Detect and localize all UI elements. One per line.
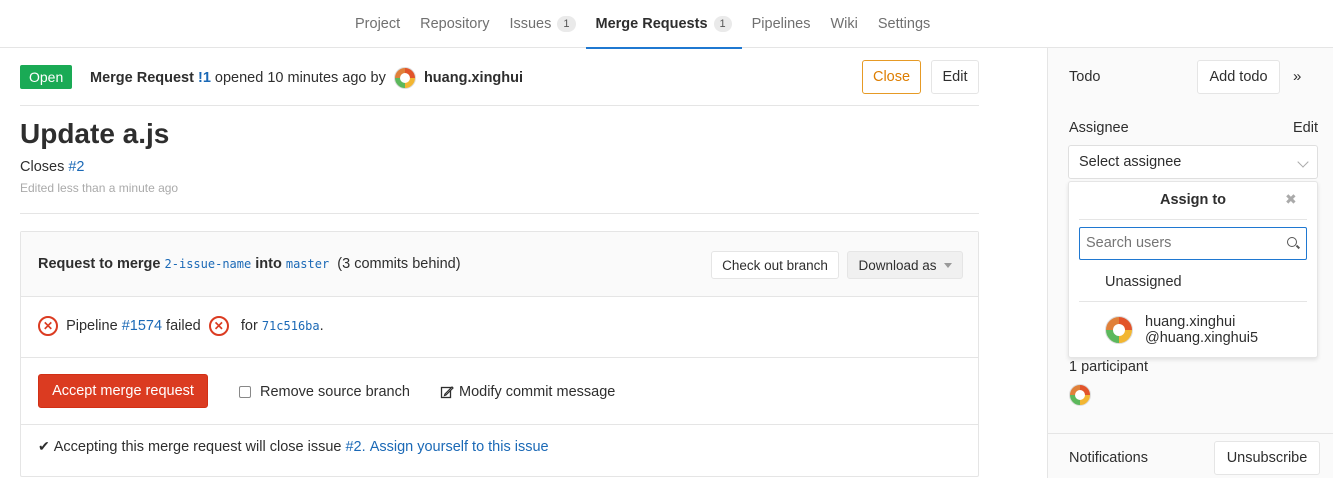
user-option[interactable]: huang.xinghui @huang.xinghui5 xyxy=(1105,314,1258,346)
commit-link[interactable]: 71c516ba xyxy=(262,319,320,333)
checkbox[interactable] xyxy=(239,386,251,398)
request-label: Request to merge xyxy=(38,256,161,272)
mr-header: Open Merge Request !1 opened 10 minutes … xyxy=(20,48,979,106)
mr-meta: Merge Request !1 opened 10 minutes ago b… xyxy=(90,67,523,89)
footer-issue-link[interactable]: #2. xyxy=(345,439,365,455)
unassigned-option[interactable]: Unassigned xyxy=(1105,274,1182,290)
avatar xyxy=(1105,316,1133,344)
tab-repository[interactable]: Repository xyxy=(410,0,499,48)
avatar[interactable] xyxy=(1069,384,1091,406)
download-as-button[interactable]: Download as xyxy=(847,251,963,279)
edited-text: Edited less than a minute ago xyxy=(20,181,179,195)
commits-behind: (3 commits behind) xyxy=(337,256,461,272)
search-icon xyxy=(1287,237,1297,247)
pipeline-row: ✕ Pipeline #1574 failed ✕ for 71c516ba. xyxy=(21,297,978,358)
tab-label: Merge Requests xyxy=(595,16,708,32)
merge-request-branches: Request to merge 2-issue-name into maste… xyxy=(38,256,461,272)
mr-prefix: Merge Request xyxy=(90,70,194,86)
mr-opened-text: opened 10 minutes ago by xyxy=(214,70,386,86)
into-label: into xyxy=(255,256,282,272)
participants-count: 1 participant xyxy=(1069,359,1148,375)
search-box xyxy=(1079,227,1307,260)
accept-merge-request-button[interactable]: Accept merge request xyxy=(38,374,208,408)
remove-source-branch-label: Remove source branch xyxy=(260,384,410,400)
tab-label: Settings xyxy=(877,16,931,32)
closes-line: Closes #2 xyxy=(20,159,85,175)
user-name: huang.xinghui xyxy=(1145,314,1236,330)
tab-label: Wiki xyxy=(830,16,858,32)
select-assignee-dropdown[interactable]: Select assignee xyxy=(1068,145,1318,179)
edit-button[interactable]: Edit xyxy=(931,60,979,94)
tab-issues[interactable]: Issues 1 xyxy=(499,0,585,48)
issues-count-badge: 1 xyxy=(557,16,576,32)
user-handle: @huang.xinghui5 xyxy=(1145,330,1259,346)
source-branch-link[interactable]: 2-issue-name xyxy=(165,257,252,271)
fail-icon[interactable]: ✕ xyxy=(38,316,58,336)
divider xyxy=(1079,301,1307,302)
close-button[interactable]: Close xyxy=(862,60,921,94)
merge-footer-note: ✔ Accepting this merge request will clos… xyxy=(38,438,549,455)
tab-label: Pipelines xyxy=(751,16,811,32)
closes-issue-link[interactable]: #2 xyxy=(68,159,84,175)
user-names: huang.xinghui @huang.xinghui5 xyxy=(1145,314,1258,346)
collapse-icon[interactable]: » xyxy=(1293,68,1301,85)
pipeline-link[interactable]: #1574 xyxy=(122,318,162,334)
merge-widget: Request to merge 2-issue-name into maste… xyxy=(20,231,979,477)
check-icon: ✔ xyxy=(38,438,50,454)
tab-wiki[interactable]: Wiki xyxy=(820,0,867,48)
divider xyxy=(1079,219,1307,220)
author-link[interactable]: huang.xinghui xyxy=(424,70,523,86)
right-sidebar: Todo Add todo » Assignee Edit Select ass… xyxy=(1047,48,1333,478)
tab-label: Issues xyxy=(509,16,552,32)
merge-requests-count-badge: 1 xyxy=(713,16,732,32)
tab-project[interactable]: Project xyxy=(345,0,410,48)
assignee-dropdown-menu: Assign to ✖ Unassigned huang.xinghui @hu… xyxy=(1068,181,1318,358)
pipeline-status: ✕ Pipeline #1574 failed ✕ for 71c516ba. xyxy=(38,316,324,336)
divider xyxy=(1048,433,1333,434)
modify-commit-message-label: Modify commit message xyxy=(459,384,616,400)
select-assignee-label: Select assignee xyxy=(1079,154,1182,170)
notifications-label: Notifications xyxy=(1069,450,1148,466)
mr-ref-link[interactable]: !1 xyxy=(198,70,211,86)
tab-merge-requests[interactable]: Merge Requests 1 xyxy=(585,0,742,49)
search-users-input[interactable] xyxy=(1080,228,1276,257)
fail-icon[interactable]: ✕ xyxy=(208,316,229,336)
pipeline-status-text: failed xyxy=(166,318,201,334)
checkout-branch-button[interactable]: Check out branch xyxy=(711,251,839,279)
accept-row: Accept merge request Remove source branc… xyxy=(21,358,978,425)
footer-text: Accepting this merge request will close … xyxy=(53,438,342,455)
dropdown-title: Assign to xyxy=(1159,192,1227,208)
nav-items: Project Repository Issues 1 Merge Request… xyxy=(345,0,940,49)
unsubscribe-button[interactable]: Unsubscribe xyxy=(1214,441,1320,475)
remove-source-branch-option[interactable]: Remove source branch xyxy=(239,384,410,400)
download-as-label: Download as xyxy=(858,257,937,273)
for-label: for xyxy=(240,318,258,334)
target-branch-link[interactable]: master xyxy=(286,257,329,271)
assign-yourself-link[interactable]: Assign yourself to this issue xyxy=(370,439,549,455)
tab-pipelines[interactable]: Pipelines xyxy=(742,0,821,48)
close-icon[interactable]: ✖ xyxy=(1285,191,1297,208)
merge-widget-header: Request to merge 2-issue-name into maste… xyxy=(21,232,978,297)
avatar[interactable] xyxy=(393,67,416,89)
tab-label: Project xyxy=(355,16,401,32)
todo-label: Todo xyxy=(1069,69,1101,85)
tab-settings[interactable]: Settings xyxy=(868,0,940,48)
assignee-label: Assignee xyxy=(1069,120,1129,136)
closes-prefix: Closes xyxy=(20,159,65,175)
page-title: Update a.js xyxy=(20,118,170,149)
add-todo-button[interactable]: Add todo xyxy=(1197,60,1280,94)
status-badge: Open xyxy=(20,65,73,89)
top-nav: Project Repository Issues 1 Merge Request… xyxy=(0,0,1333,49)
caret-down-icon xyxy=(943,262,952,268)
edit-icon xyxy=(440,386,454,399)
chevron-down-icon xyxy=(1297,156,1309,168)
assignee-edit-link[interactable]: Edit xyxy=(1293,120,1318,136)
main-content: Open Merge Request !1 opened 10 minutes … xyxy=(20,48,979,477)
modify-commit-message-link[interactable]: Modify commit message xyxy=(440,384,615,400)
pipeline-label: Pipeline xyxy=(66,318,118,334)
divider xyxy=(20,213,979,214)
tab-label: Repository xyxy=(420,16,490,32)
